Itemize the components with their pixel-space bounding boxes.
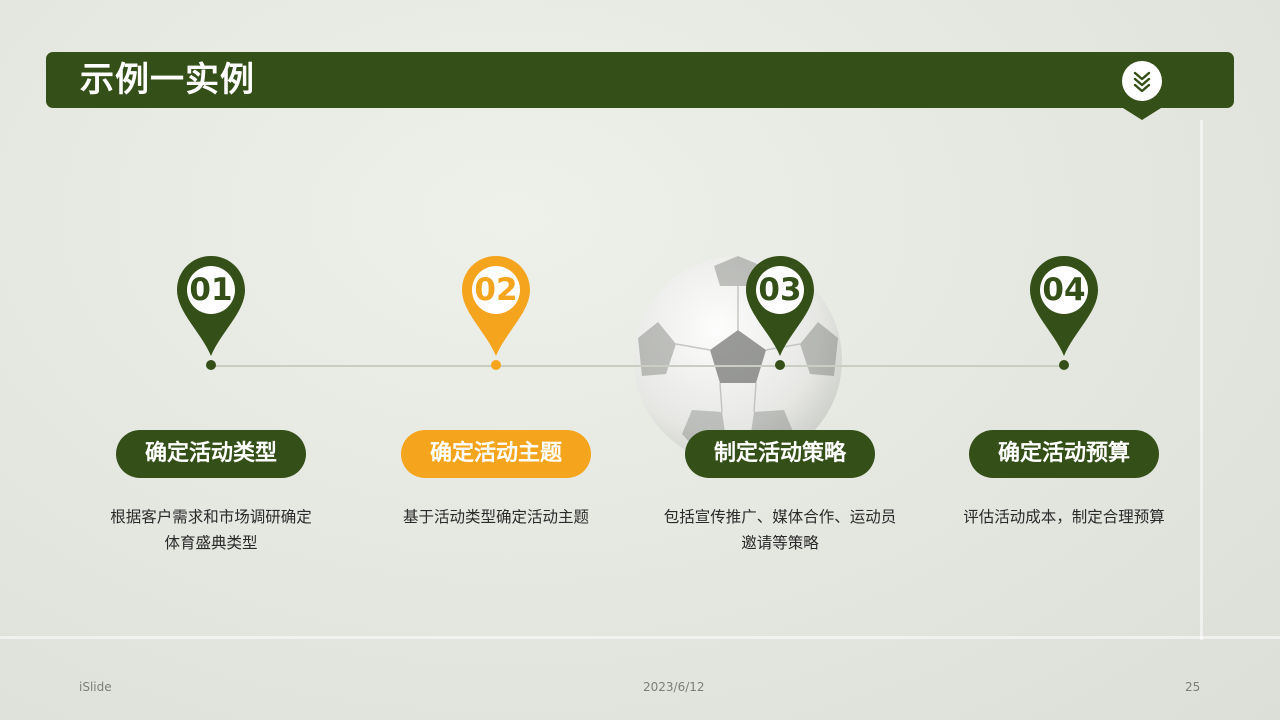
step-description: 基于活动类型确定活动主题: [402, 508, 589, 526]
step-title: 确定活动预算: [969, 430, 1159, 478]
step-number: 04: [1042, 272, 1086, 308]
title-badge[interactable]: [1122, 61, 1162, 101]
footer-brand: iSlide: [79, 680, 112, 694]
step-description: 评估活动成本，制定合理预算: [963, 508, 1165, 526]
timeline-dot: [1059, 360, 1069, 370]
step-title: 确定活动类型: [116, 430, 306, 478]
timeline-dot: [491, 360, 501, 370]
step-number: 02: [474, 272, 518, 308]
title-notch: [1123, 108, 1161, 120]
step-number: 03: [758, 272, 802, 308]
double-chevron-down-icon: [1133, 71, 1151, 92]
page-title: 示例一实例: [80, 60, 255, 100]
timeline-dot: [206, 360, 216, 370]
step-title: 制定活动策略: [685, 430, 875, 478]
timeline-line: [211, 365, 1064, 367]
step-title: 确定活动主题: [401, 430, 591, 478]
footer-date: 2023/6/12: [643, 680, 705, 694]
timeline-dot: [775, 360, 785, 370]
step-description: 包括宣传推广、媒体合作、运动员邀请等策略: [663, 508, 897, 552]
footer-page-number: 25: [1185, 680, 1201, 694]
field-line-bottom: [0, 636, 1280, 639]
title-bar: 示例一实例: [46, 52, 1234, 120]
step-number: 01: [189, 272, 233, 308]
field-line-right: [1200, 120, 1203, 640]
step-description: 根据客户需求和市场调研确定体育盛典类型: [110, 508, 312, 552]
